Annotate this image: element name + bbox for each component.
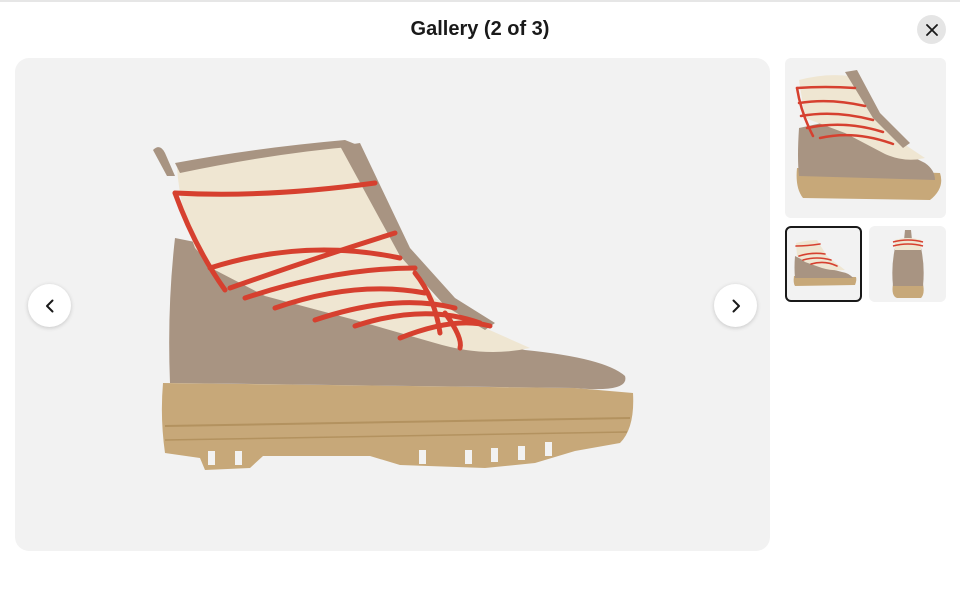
thumbnail-boot-image xyxy=(892,230,924,298)
thumbnail-2-selected[interactable] xyxy=(785,226,862,302)
thumbnail-boot-image xyxy=(793,240,857,286)
close-button[interactable] xyxy=(917,15,946,44)
chevron-right-icon xyxy=(732,299,740,312)
gallery-title: Gallery (2 of 3) xyxy=(410,18,550,40)
previous-image-button[interactable] xyxy=(28,284,71,327)
thumbnail-1[interactable] xyxy=(785,58,946,218)
boot-image xyxy=(153,140,634,470)
close-icon xyxy=(925,23,938,36)
next-image-button[interactable] xyxy=(714,284,757,327)
main-product-image xyxy=(15,58,770,551)
thumbnail-3[interactable] xyxy=(869,226,946,302)
top-divider xyxy=(0,0,960,2)
chevron-left-icon xyxy=(45,299,53,312)
thumbnail-boot-image xyxy=(795,70,942,200)
